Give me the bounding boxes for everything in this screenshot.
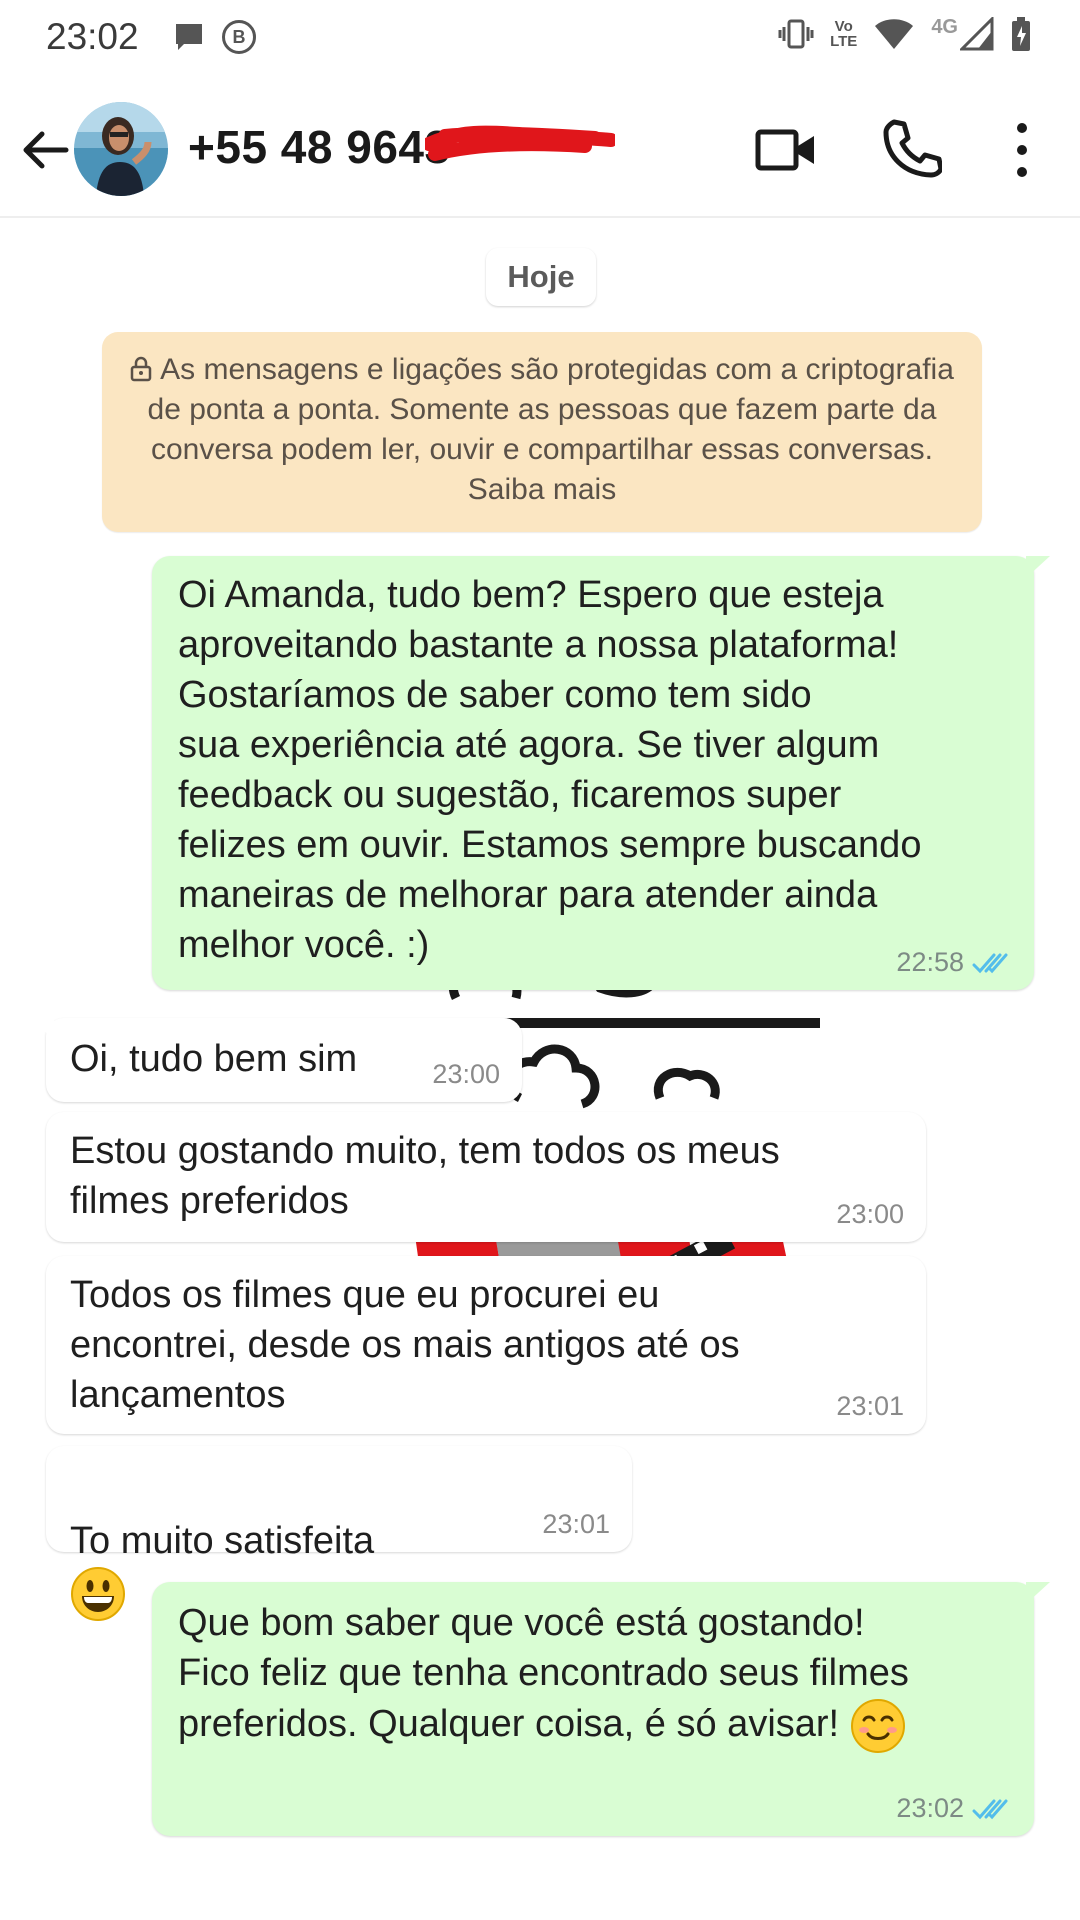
status-bar: 23:02 B Vo LTE 4G — [0, 0, 1080, 80]
contact-name[interactable]: +55 48 9643 — [188, 120, 451, 174]
bubble-tail — [1026, 556, 1050, 578]
chat-header: +55 48 9643 — [0, 88, 1080, 218]
chat-notification-icon — [176, 24, 202, 50]
more-vert-icon[interactable] — [1002, 118, 1042, 182]
read-double-check-icon — [972, 953, 1008, 973]
encryption-notice-text: As mensagens e ligações são protegidas c… — [147, 353, 954, 506]
message-time: 23:02 — [896, 1793, 964, 1823]
message-meta: 23:01 — [836, 1391, 904, 1422]
arrow-left-icon[interactable] — [18, 122, 74, 178]
lock-icon — [130, 356, 152, 382]
read-double-check-icon — [972, 1799, 1008, 1819]
message-bubble-outgoing[interactable]: Oi Amanda, tudo bem? Espero que esteja a… — [152, 556, 1050, 990]
message-meta: 22:58 — [896, 947, 1012, 978]
smiling-face-emoji-icon — [850, 1699, 905, 1753]
message-time: 23:01 — [836, 1391, 904, 1421]
message-text: Que bom saber que você está gostando! Fi… — [178, 1602, 909, 1746]
network-type-label: 4G — [931, 15, 958, 38]
grinning-face-emoji-icon — [71, 1567, 125, 1621]
message-bubble-incoming[interactable]: To muito satisfeita 23:01 — [46, 1446, 632, 1621]
signal-icon — [960, 17, 994, 51]
avatar[interactable] — [74, 102, 168, 196]
message-text-row: Que bom saber que você está gostando! Fi… — [178, 1598, 1010, 1754]
encryption-notice[interactable]: As mensagens e ligações são protegidas c… — [102, 332, 982, 532]
battery-icon — [1012, 17, 1030, 51]
message-meta: 23:00 — [432, 1059, 500, 1090]
message-time: 23:00 — [432, 1059, 500, 1089]
message-text: Oi Amanda, tudo bem? Espero que esteja a… — [178, 574, 922, 966]
phone-icon[interactable] — [880, 118, 942, 178]
status-left-icons: B — [172, 20, 256, 54]
message-text: To muito satisfeita — [70, 1520, 375, 1562]
status-time: 23:02 — [46, 16, 139, 57]
redaction-scribble — [425, 125, 615, 161]
vibrate-icon — [778, 19, 814, 49]
bubble-tail — [30, 1018, 54, 1040]
message-text: Estou gostando muito, tem todos os meus … — [70, 1130, 780, 1222]
message-time: 23:00 — [836, 1199, 904, 1229]
volte-icon: Vo LTE — [830, 18, 858, 50]
message-time: 22:58 — [896, 947, 964, 977]
message-time: 23:01 — [542, 1509, 610, 1539]
message-bubble-incoming[interactable]: Todos os filmes que eu procurei eu encon… — [46, 1256, 926, 1434]
message-meta: 23:01 — [542, 1509, 610, 1540]
b-badge-icon: B — [222, 20, 256, 54]
bubble-tail — [1026, 1582, 1050, 1604]
message-text: Todos os filmes que eu procurei eu encon… — [70, 1274, 740, 1416]
message-meta: 23:02 — [896, 1793, 1012, 1824]
message-bubble-incoming[interactable]: Oi, tudo bem sim 23:00 — [30, 1018, 522, 1102]
message-meta: 23:00 — [836, 1199, 904, 1230]
date-chip: Hoje — [486, 248, 596, 306]
status-right-icons: Vo LTE 4G — [778, 16, 1032, 52]
message-bubble-outgoing[interactable]: Que bom saber que você está gostando! Fi… — [152, 1582, 1050, 1836]
wifi-icon — [875, 19, 914, 49]
video-call-icon[interactable] — [755, 124, 817, 176]
message-bubble-incoming[interactable]: Estou gostando muito, tem todos os meus … — [46, 1112, 926, 1242]
